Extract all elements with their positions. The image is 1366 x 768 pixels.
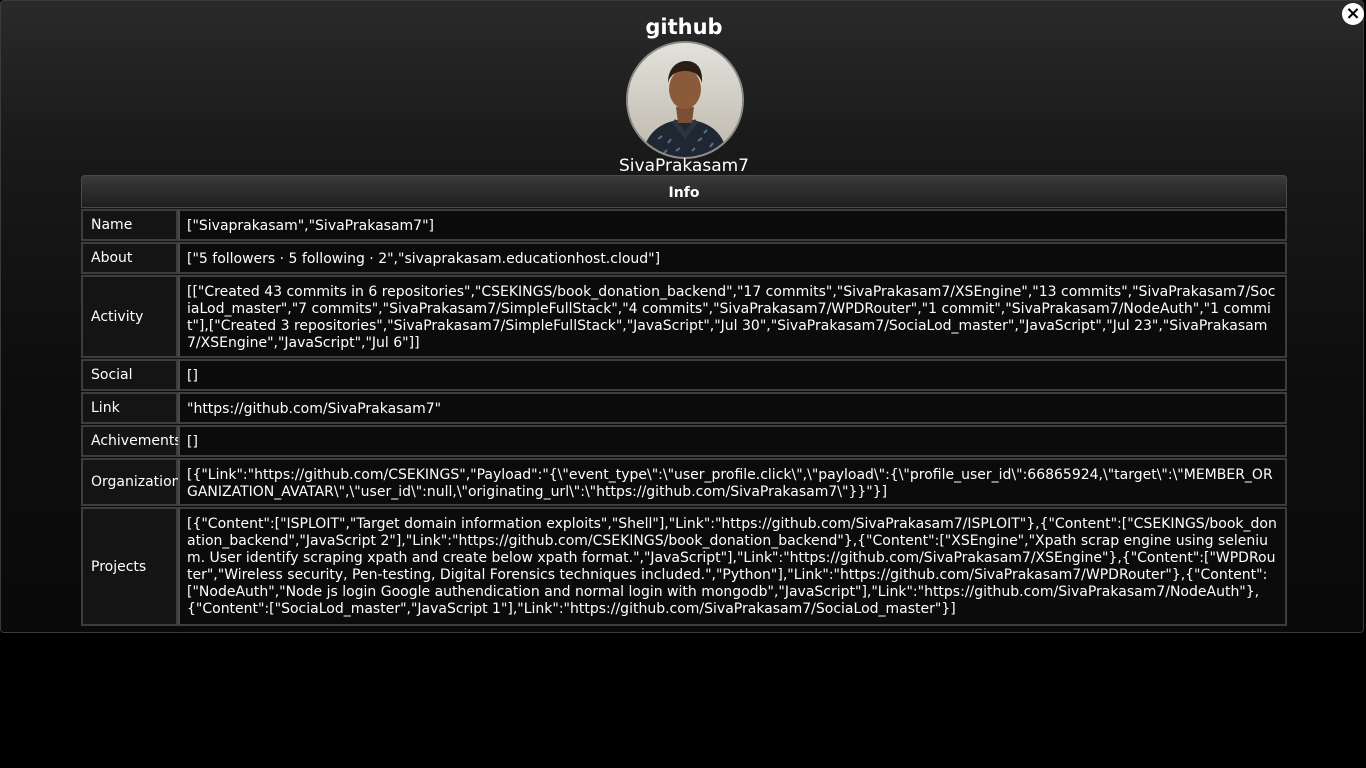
info-row-activity: Activity [["Created 43 commits in 6 repo… [81,275,1287,358]
row-value: ["Sivaprakasam","SivaPrakasam7"] [178,209,1287,241]
profile-panel: × github SivaPrakasam7 Info Name ["Sivap… [0,0,1364,633]
avatar [626,41,744,159]
row-value: "https://github.com/SivaPrakasam7" [178,392,1287,424]
row-value: [{"Link":"https://github.com/CSEKINGS","… [178,458,1287,506]
row-value: [] [178,425,1287,457]
row-value: ["5 followers · 5 following · 2","sivapr… [178,242,1287,274]
row-label: Social [81,359,178,391]
row-label: Name [81,209,178,241]
info-header: Info [81,175,1287,208]
row-value: [["Created 43 commits in 6 repositories"… [178,275,1287,358]
info-row-projects: Projects [{"Content":["ISPLOIT","Target … [81,507,1287,626]
avatar-photo [628,43,742,157]
row-value: [] [178,359,1287,391]
row-label: Projects [81,507,178,626]
row-value: [{"Content":["ISPLOIT","Target domain in… [178,507,1287,626]
row-label: Organization [81,458,181,506]
info-table: Info Name ["Sivaprakasam","SivaPrakasam7… [81,175,1287,626]
row-label: Link [81,392,178,424]
page-title: github [645,15,723,39]
row-label: About [81,242,178,274]
row-label: Achivements [81,425,182,457]
info-row-achievements: Achivements [] [81,425,1287,457]
info-row-name: Name ["Sivaprakasam","SivaPrakasam7"] [81,209,1287,241]
username: SivaPrakasam7 [619,156,749,176]
info-row-social: Social [] [81,359,1287,391]
info-row-about: About ["5 followers · 5 following · 2","… [81,242,1287,274]
info-row-organization: Organization [{"Link":"https://github.co… [81,458,1287,506]
row-label: Activity [81,275,178,358]
info-row-link: Link "https://github.com/SivaPrakasam7" [81,392,1287,424]
